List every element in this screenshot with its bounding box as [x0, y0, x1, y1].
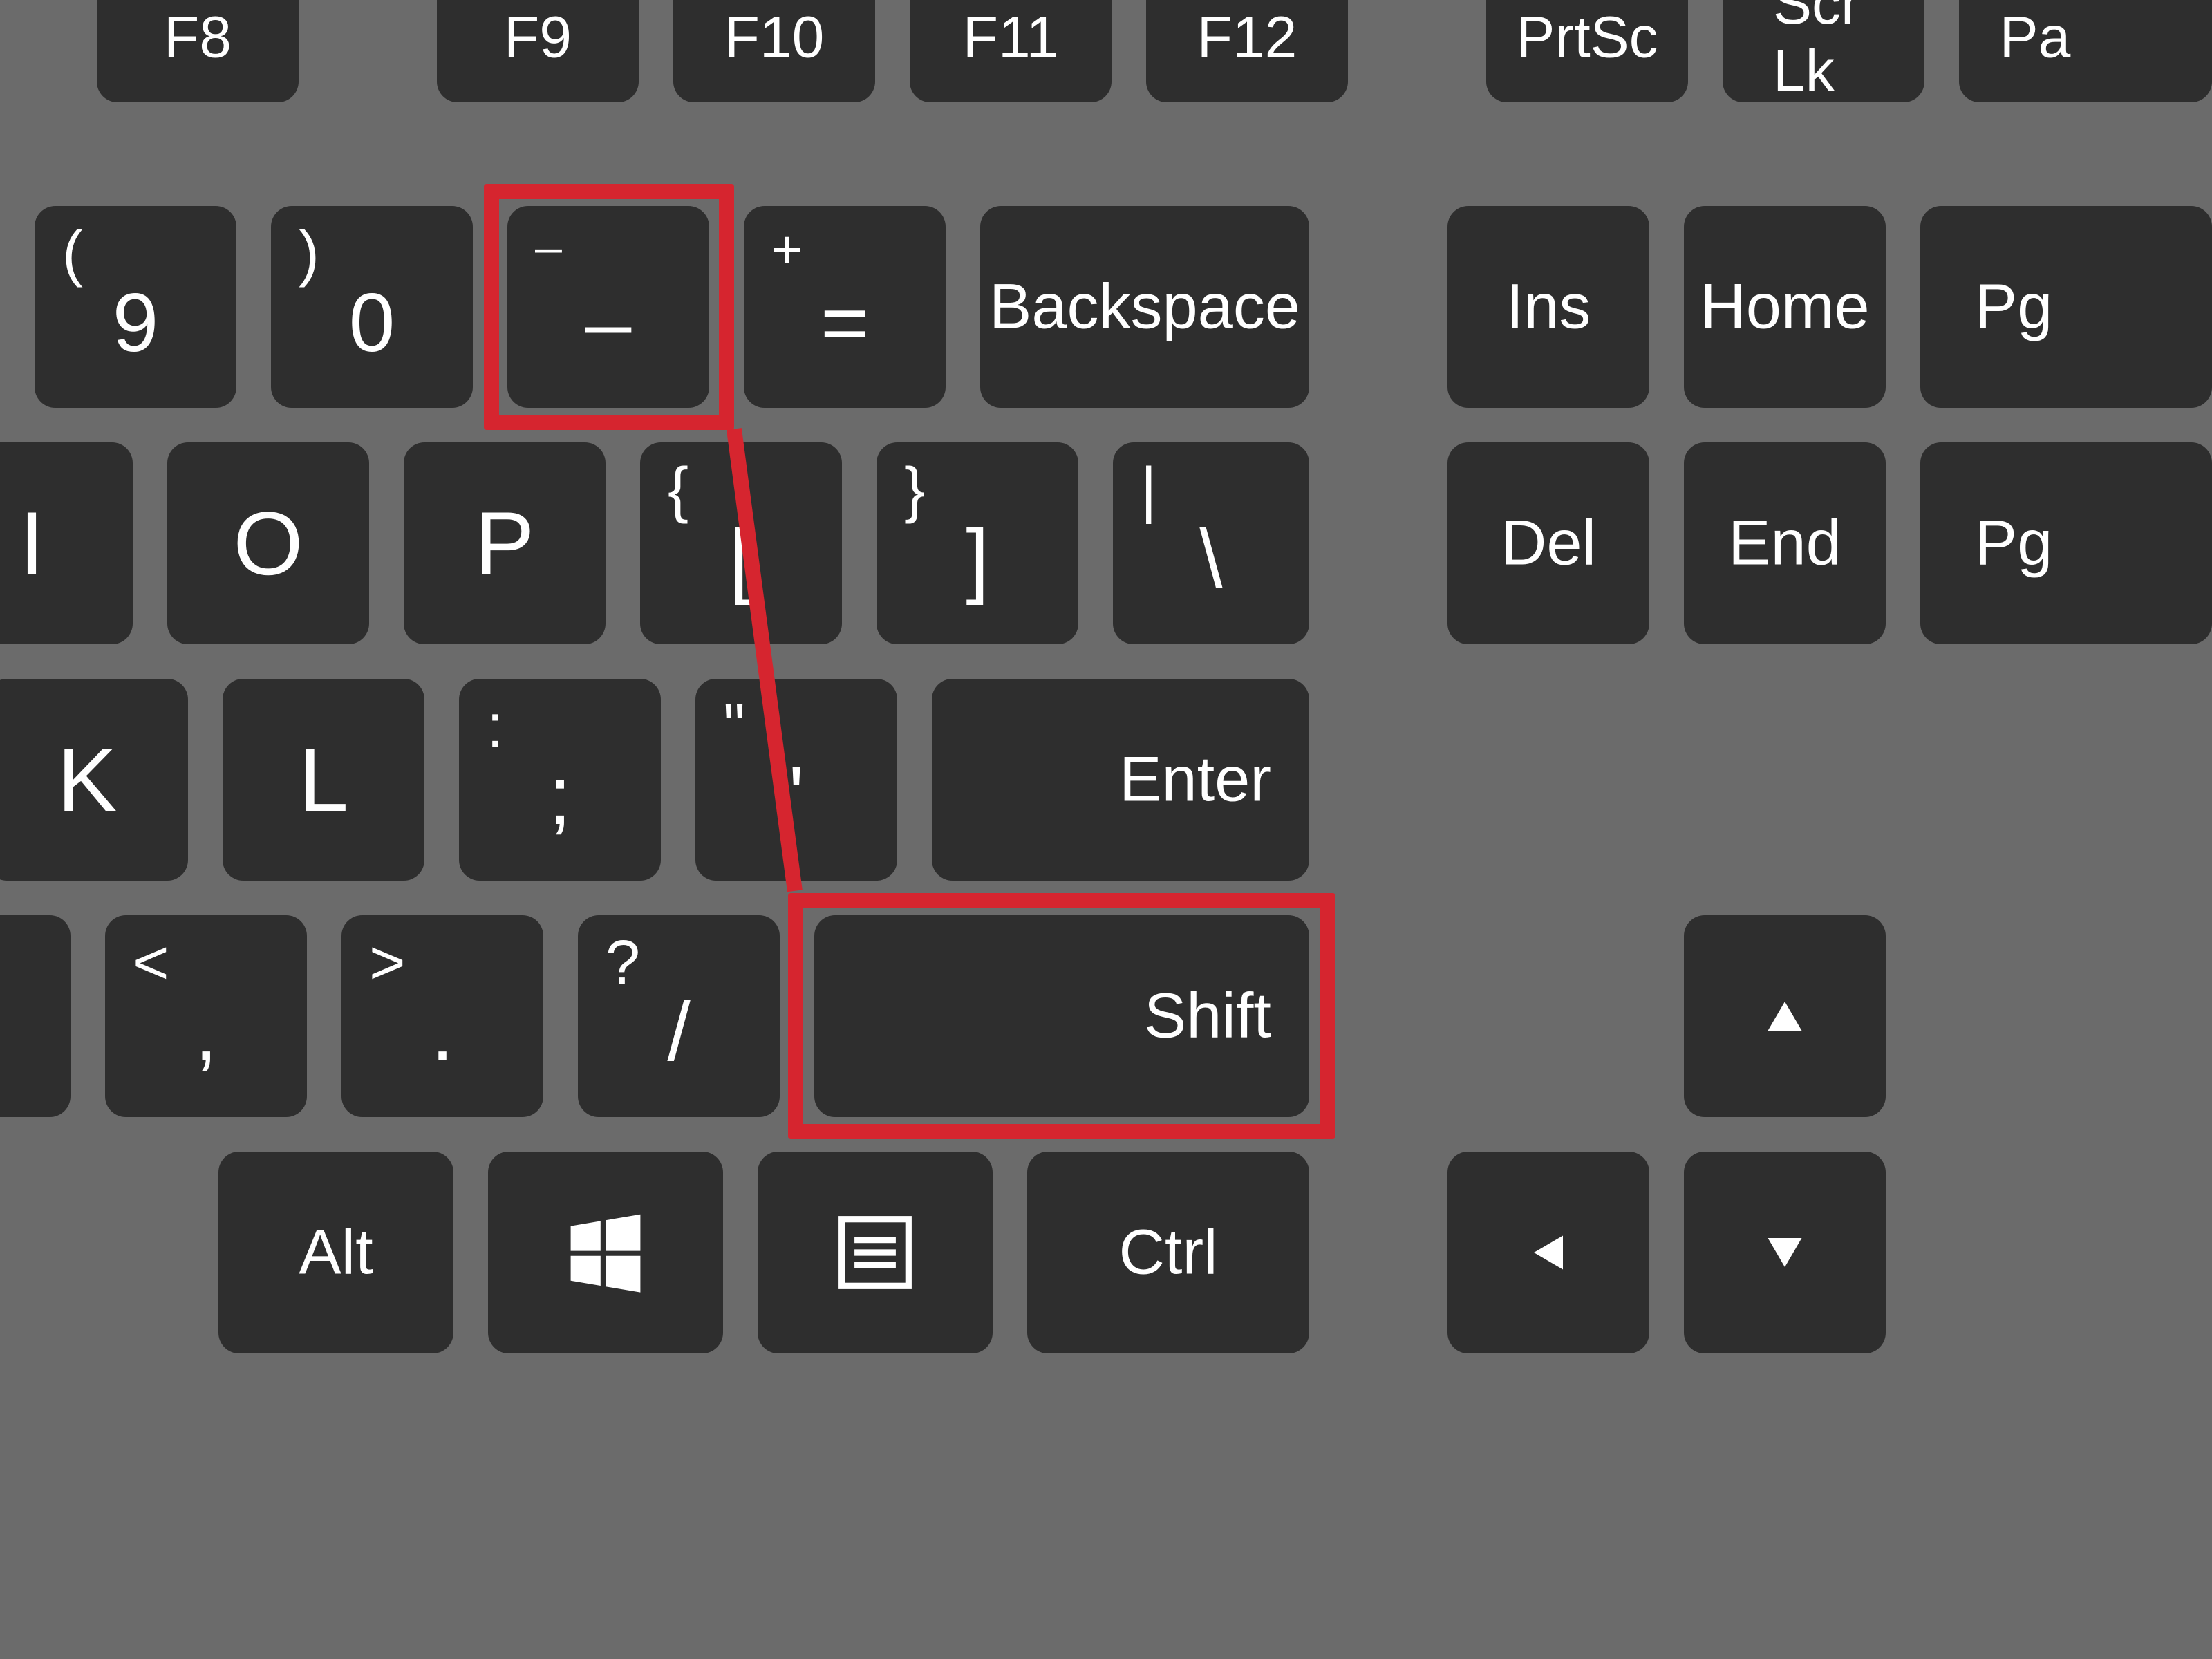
key-label: Alt [299, 1217, 373, 1289]
key-label: Pg [1975, 507, 2053, 580]
key-label: Shift [1144, 980, 1271, 1053]
menu-icon [836, 1213, 915, 1293]
key-9[interactable]: ( 9 [35, 206, 236, 408]
key-f9[interactable]: F9 [437, 0, 639, 102]
key-label: F12 [1197, 4, 1297, 71]
key-label: Ins [1506, 271, 1591, 344]
key-upper: | [1141, 459, 1156, 521]
key-o[interactable]: O [167, 442, 369, 644]
key-label: K [57, 728, 118, 832]
key-lower: ' [789, 754, 805, 837]
key-arrow-down[interactable] [1684, 1152, 1886, 1353]
key-alt[interactable]: Alt [218, 1152, 453, 1353]
key-upper: > [369, 932, 406, 994]
key-upper: < [133, 932, 169, 994]
key-label: P [475, 491, 535, 595]
key-label: L [299, 728, 348, 832]
key-menu[interactable] [758, 1152, 993, 1353]
key-lower: , [194, 991, 217, 1074]
key-lower: \ [1199, 518, 1222, 601]
key-lower: . [431, 991, 453, 1074]
key-pgup-partial[interactable]: Pg [1920, 206, 2212, 408]
key-insert[interactable]: Ins [1447, 206, 1649, 408]
triangle-down-icon [1761, 1228, 1809, 1277]
key-p[interactable]: P [404, 442, 606, 644]
key-upper: : [487, 695, 504, 758]
key-lower: / [667, 991, 690, 1074]
key-label: I [19, 491, 44, 595]
key-label: Del [1501, 507, 1596, 580]
key-upper: ( [62, 223, 83, 285]
key-label: End [1728, 507, 1841, 580]
key-semicolon[interactable]: : ; [459, 679, 661, 881]
key-prtsc[interactable]: PrtSc [1486, 0, 1688, 102]
key-label: Pg [1975, 271, 2053, 344]
key-enter[interactable]: Enter [932, 679, 1309, 881]
key-label: Pa [2000, 4, 2071, 71]
key-slash[interactable]: ? / [578, 915, 780, 1117]
key-f12[interactable]: F12 [1146, 0, 1348, 102]
key-quote[interactable]: " ' [695, 679, 897, 881]
key-k[interactable]: K [0, 679, 188, 881]
key-label: Scr Lk [1773, 0, 1874, 104]
triangle-left-icon [1524, 1228, 1573, 1277]
key-lower: ] [966, 518, 988, 601]
key-i[interactable]: I [0, 442, 133, 644]
key-windows[interactable] [488, 1152, 723, 1353]
key-comma[interactable]: < , [105, 915, 307, 1117]
key-end[interactable]: End [1684, 442, 1886, 644]
key-shift-right[interactable]: Shift [814, 915, 1309, 1117]
key-arrow-up[interactable] [1684, 915, 1886, 1117]
key-m-partial[interactable] [0, 915, 71, 1117]
key-label: Enter [1119, 744, 1271, 816]
key-label: O [233, 491, 303, 595]
key-lower: ; [548, 754, 571, 837]
key-pgdn-partial[interactable]: Pg [1920, 442, 2212, 644]
key-label: F11 [963, 4, 1059, 71]
key-delete[interactable]: Del [1447, 442, 1649, 644]
key-lower: = [821, 281, 869, 364]
key-upper: + [771, 223, 803, 276]
key-backspace[interactable]: Backspace [980, 206, 1309, 408]
key-f8[interactable]: F8 [97, 0, 299, 102]
key-pause-partial[interactable]: Pa [1959, 0, 2212, 102]
key-home[interactable]: Home [1684, 206, 1886, 408]
key-label: F9 [504, 4, 572, 71]
key-l[interactable]: L [223, 679, 424, 881]
key-label: PrtSc [1516, 4, 1658, 71]
key-arrow-left[interactable] [1447, 1152, 1649, 1353]
key-backslash[interactable]: | \ [1113, 442, 1309, 644]
key-bracket-left[interactable]: { [ [640, 442, 842, 644]
triangle-up-icon [1761, 992, 1809, 1040]
key-f11[interactable]: F11 [910, 0, 1112, 102]
key-upper: { [668, 459, 688, 521]
key-minus[interactable]: – – [507, 206, 709, 408]
key-upper: – [535, 223, 562, 271]
key-upper: ? [606, 932, 640, 994]
key-lower: 9 [113, 281, 159, 364]
key-equals[interactable]: + = [744, 206, 946, 408]
key-0[interactable]: ) 0 [271, 206, 473, 408]
key-label: Home [1700, 271, 1869, 344]
key-ctrl[interactable]: Ctrl [1027, 1152, 1309, 1353]
key-label: F8 [164, 4, 232, 71]
key-upper: ) [299, 223, 319, 285]
key-lower: [ [729, 518, 752, 601]
key-f10[interactable]: F10 [673, 0, 875, 102]
key-scrlk[interactable]: Scr Lk [1723, 0, 1924, 102]
key-label: Backspace [989, 271, 1300, 344]
windows-icon [564, 1211, 647, 1294]
key-upper: " [723, 695, 745, 758]
key-bracket-right[interactable]: } ] [877, 442, 1078, 644]
key-upper: } [904, 459, 925, 521]
key-label: Ctrl [1118, 1217, 1217, 1289]
key-lower: 0 [349, 281, 395, 364]
key-lower: – [585, 281, 632, 364]
key-label: F10 [724, 4, 825, 71]
key-period[interactable]: > . [341, 915, 543, 1117]
